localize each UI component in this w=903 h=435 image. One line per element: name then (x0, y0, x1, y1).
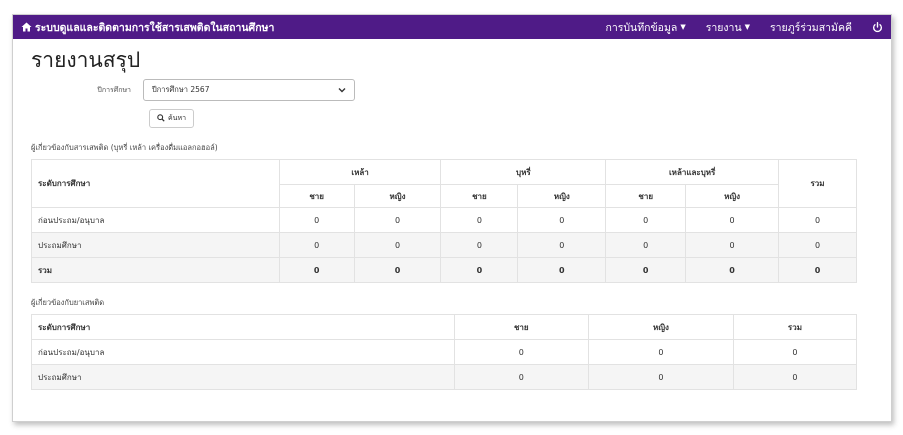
header-female: หญิง (587, 314, 734, 340)
menu-user[interactable]: รายภูร์ร่วมสามัคคี (770, 19, 852, 36)
nav-menu: การบันทึกข้อมูล ▼ รายงาน ▼ รายภูร์ร่วมสา… (585, 19, 883, 36)
table-row: ก่อนประถม/อนุบาล 0 0 0 (31, 339, 858, 365)
cell-value: 0 (732, 339, 858, 365)
cell-value: 0 (587, 339, 734, 365)
year-select[interactable]: ปีการศึกษา 2567 (143, 79, 355, 101)
home-icon (21, 22, 32, 32)
cell-value: 0 (440, 257, 519, 283)
cell-value: 0 (440, 207, 519, 233)
row-level: รวม (31, 257, 280, 283)
cell-value: 0 (605, 232, 687, 258)
cell-value: 0 (353, 257, 442, 283)
app-window: ระบบดูแลและติดตามการใช้สารเสพติดในสถานศึ… (12, 14, 892, 422)
cell-value: 0 (605, 207, 687, 233)
caret-down-icon: ▼ (744, 23, 751, 31)
cell-value: 0 (732, 364, 858, 390)
caret-down-icon: ▼ (680, 23, 686, 31)
cell-value: 0 (685, 257, 780, 283)
cell-value: 0 (685, 232, 780, 258)
table-row-total: รวม 0 0 0 0 0 0 0 (31, 257, 857, 283)
table2-title: ผู้เกี่ยวข้องกับยาเสพติด (31, 298, 105, 307)
cell-value: 0 (778, 232, 857, 258)
row-level: ก่อนประถม/อนุบาล (31, 207, 280, 233)
header-male: ชาย (278, 184, 355, 208)
cell-value: 0 (587, 364, 734, 390)
header-education-level: ระดับการศึกษา (31, 159, 280, 208)
header-female: หญิง (353, 184, 442, 208)
header-alcohol-and-cigarette: เหล้าและบุหรี่ (605, 159, 780, 185)
search-button[interactable]: ค้นหา (149, 109, 195, 128)
cell-value: 0 (453, 364, 589, 390)
header-female: หญิง (517, 184, 607, 208)
header-total: รวม (778, 159, 857, 208)
header-cigarette: บุหรี่ (440, 159, 607, 185)
menu-user-label: รายภูร์ร่วมสามัคคี (770, 21, 852, 34)
header-male: ชาย (605, 184, 687, 208)
table-row: ประถมศึกษา 0 0 0 (31, 364, 858, 390)
power-icon[interactable] (872, 21, 883, 33)
table1-title: ผู้เกี่ยวข้องกับสารเสพติด (บุหรี่ เหล้า … (31, 143, 218, 152)
menu-data-entry-label: การบันทึกข้อมูล (605, 21, 678, 34)
row-level: ประถมศึกษา (31, 364, 455, 390)
cell-value: 0 (278, 232, 355, 258)
navbar: ระบบดูแลและติดตามการใช้สารเสพติดในสถานศึ… (13, 15, 891, 39)
cell-value: 0 (440, 232, 519, 258)
cell-value: 0 (353, 207, 442, 233)
cell-value: 0 (778, 257, 857, 283)
cell-value: 0 (278, 257, 355, 283)
cell-value: 0 (517, 232, 607, 258)
cell-value: 0 (517, 257, 607, 283)
brand-title: ระบบดูแลและติดตามการใช้สารเสพติดในสถานศึ… (35, 21, 275, 34)
row-level: ประถมศึกษา (31, 232, 280, 258)
cell-value: 0 (353, 232, 442, 258)
search-icon (157, 113, 165, 124)
cell-value: 0 (685, 207, 780, 233)
brand-link[interactable]: ระบบดูแลและติดตามการใช้สารเสพติดในสถานศึ… (21, 19, 274, 36)
header-education-level: ระดับการศึกษา (31, 314, 455, 340)
page-title: รายงานสรุป (31, 48, 141, 72)
header-female: หญิง (685, 184, 780, 208)
cell-value: 0 (605, 257, 687, 283)
drug-summary-table: ระดับการศึกษา ชาย หญิง รวม ก่อนประถม/อนุ… (31, 314, 858, 390)
cell-value: 0 (517, 207, 607, 233)
year-label: ปีการศึกษา (97, 85, 131, 94)
header-male: ชาย (440, 184, 519, 208)
header-total: รวม (732, 314, 858, 340)
table-row: ก่อนประถม/อนุบาล 0 0 0 0 0 0 0 (31, 207, 857, 233)
cell-value: 0 (278, 207, 355, 233)
row-level: ก่อนประถม/อนุบาล (31, 339, 455, 365)
header-alcohol: เหล้า (278, 159, 442, 185)
menu-reports[interactable]: รายงาน ▼ (706, 19, 750, 36)
header-male: ชาย (453, 314, 589, 340)
menu-data-entry[interactable]: การบันทึกข้อมูล ▼ (605, 19, 685, 36)
search-button-label: ค้นหา (168, 114, 187, 122)
cell-value: 0 (453, 339, 589, 365)
menu-reports-label: รายงาน (705, 21, 742, 34)
chevron-down-icon (338, 86, 346, 95)
main-content: รายงานสรุป ปีการศึกษา ปีการศึกษา 2567 ค้… (13, 47, 891, 390)
year-select-value: ปีการศึกษา 2567 (152, 85, 210, 94)
cell-value: 0 (778, 207, 857, 233)
table-row: ประถมศึกษา 0 0 0 0 0 0 0 (31, 232, 857, 258)
substance-summary-table: ระดับการศึกษา เหล้า บุหรี่ เหล้าและบุหรี… (31, 159, 857, 283)
year-filter-row: ปีการศึกษา ปีการศึกษา 2567 (31, 79, 873, 101)
